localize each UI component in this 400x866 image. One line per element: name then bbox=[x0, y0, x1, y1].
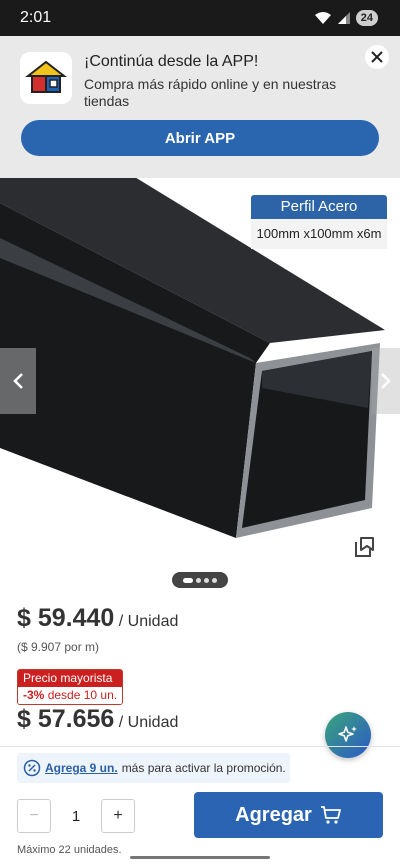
assistant-button[interactable] bbox=[325, 712, 371, 758]
increase-quantity-button[interactable]: + bbox=[101, 799, 135, 833]
chevron-left-icon bbox=[13, 373, 23, 389]
wholesale-badge: Precio mayorista -3% desde 10 un. bbox=[17, 669, 124, 705]
open-app-button[interactable]: Abrir APP bbox=[21, 120, 379, 156]
signal-icon bbox=[337, 12, 350, 24]
share-icon bbox=[355, 537, 374, 557]
battery-indicator: 24 bbox=[355, 10, 378, 26]
decrease-quantity-button[interactable]: − bbox=[17, 799, 51, 833]
price-per-meter: ($ 9.907 por m) bbox=[17, 640, 100, 654]
app-logo bbox=[20, 52, 72, 104]
discount-icon bbox=[23, 759, 41, 777]
carousel-dot-active[interactable] bbox=[183, 577, 193, 583]
price: $ 59.440 bbox=[17, 604, 115, 632]
promo-banner: Agrega 9 un. más para activar la promoci… bbox=[17, 753, 290, 783]
previous-image-button[interactable] bbox=[0, 348, 36, 414]
quantity-stepper: − 1 + bbox=[17, 799, 135, 833]
add-to-cart-label: Agregar bbox=[235, 803, 312, 826]
product-tag: Perfil Acero 100mm x100mm x6m bbox=[251, 195, 387, 249]
wholesale-discount: -3% bbox=[23, 688, 45, 702]
house-logo-icon bbox=[25, 60, 67, 93]
status-icons: 24 bbox=[314, 10, 378, 26]
chevron-right-icon bbox=[381, 373, 391, 389]
next-image-button[interactable] bbox=[372, 348, 400, 414]
price-unit: / Unidad bbox=[118, 613, 179, 630]
status-time: 2:01 bbox=[20, 9, 52, 26]
promo-link[interactable]: Agrega 9 un. bbox=[45, 761, 118, 775]
carousel-dot[interactable] bbox=[196, 577, 201, 583]
banner-title: ¡Continúa desde la APP! bbox=[84, 53, 259, 70]
close-icon bbox=[371, 51, 383, 63]
banner-subtitle: Compra más rápido online y en nuestras t… bbox=[84, 76, 337, 109]
wholesale-price: $ 57.656 bbox=[17, 705, 115, 733]
wholesale-from: desde 10 un. bbox=[47, 688, 118, 702]
wifi-icon bbox=[314, 12, 331, 24]
quantity-value[interactable]: 1 bbox=[51, 808, 101, 825]
tag-title: Perfil Acero bbox=[251, 195, 387, 219]
add-to-cart-button[interactable]: Agregar bbox=[194, 792, 383, 838]
home-indicator[interactable] bbox=[130, 856, 270, 859]
max-units-note: Máximo 22 unidades. bbox=[17, 844, 122, 856]
sparkle-icon bbox=[338, 726, 357, 742]
price-row: $ 59.440 / Unidad bbox=[17, 604, 178, 633]
carousel-dot[interactable] bbox=[212, 577, 217, 583]
divider bbox=[0, 746, 400, 747]
app-banner: ¡Continúa desde la APP! Compra más rápid… bbox=[0, 36, 400, 178]
wholesale-price-row: $ 57.656 / Unidad bbox=[17, 705, 178, 734]
wholesale-detail: -3% desde 10 un. bbox=[18, 687, 123, 704]
wholesale-label: Precio mayorista bbox=[18, 670, 123, 687]
wholesale-price-unit: / Unidad bbox=[118, 714, 179, 731]
carousel-dot[interactable] bbox=[204, 577, 209, 583]
cart-icon bbox=[320, 806, 341, 824]
share-button[interactable] bbox=[352, 535, 376, 564]
carousel-indicator[interactable] bbox=[172, 572, 228, 588]
status-bar: 2:01 24 bbox=[0, 0, 400, 36]
promo-text: más para activar la promoción. bbox=[121, 761, 286, 775]
close-banner-button[interactable] bbox=[365, 45, 389, 69]
tag-dimensions: 100mm x100mm x6m bbox=[251, 219, 387, 249]
